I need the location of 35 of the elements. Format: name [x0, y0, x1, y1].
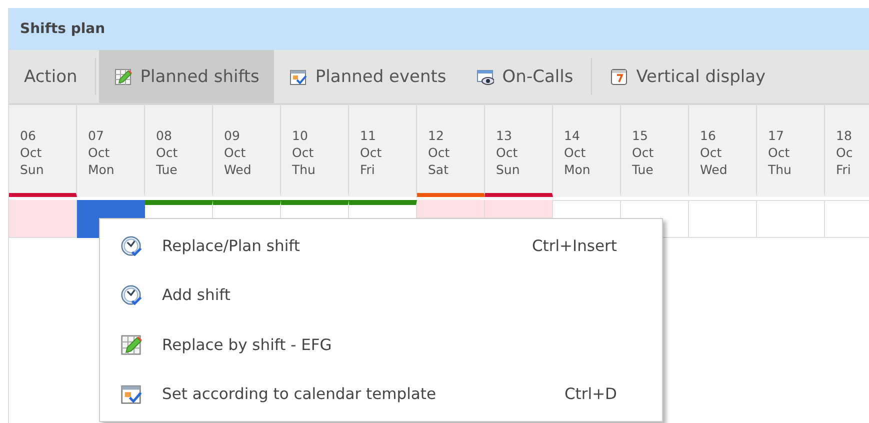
toolbar-tab[interactable]: Planned shifts [99, 50, 274, 103]
toolbar-tab[interactable]: Vertical display [595, 50, 781, 103]
day-cell [689, 200, 757, 238]
menu-item[interactable]: Set according to calendar template Ctrl+D [100, 370, 662, 419]
clock-check-icon [120, 284, 142, 306]
day-header: 12 Oct Sat [417, 105, 485, 197]
day-header: 09 Oct Wed [213, 105, 281, 197]
window-eye-icon [476, 68, 494, 86]
day-header: 15 Oct Tue [621, 105, 689, 197]
calendar-page-icon [610, 68, 628, 86]
menu-item[interactable]: Add shift [100, 270, 662, 320]
day-header: 07 Oct Mon [77, 105, 145, 197]
shortcut-label: Ctrl+Insert [532, 236, 617, 255]
toolbar-tab[interactable]: Planned events [274, 50, 462, 103]
menu-item[interactable]: Replace/Plan shift Ctrl+Insert [100, 221, 662, 270]
toolbar-tab[interactable]: On-Calls [461, 50, 588, 103]
day-header: 14 Oct Mon [553, 105, 621, 197]
grid-pencil-icon [114, 68, 132, 86]
day-header: 10 Oct Thu [281, 105, 349, 197]
day-cell [757, 200, 825, 238]
day-header: 11 Oct Fri [349, 105, 417, 197]
day-header: 17 Oct Thu [757, 105, 825, 197]
day-header: 06 Oct Sun [9, 105, 77, 197]
shortcut-label: Ctrl+D [564, 385, 617, 404]
day-header: 13 Oct Sun [485, 105, 553, 197]
action-menu[interactable]: Action [9, 50, 92, 103]
menu-item[interactable]: Replace by shift - EFG [100, 320, 662, 370]
day-header: 18 Oc Fri [825, 105, 869, 197]
calendar-check-icon [120, 383, 142, 406]
clock-check-icon [120, 234, 142, 257]
window-title: Shifts plan [20, 21, 106, 37]
day-header: 08 Oct Tue [145, 105, 213, 197]
grid-pencil-icon [120, 334, 142, 356]
day-header: 16 Oct Wed [689, 105, 757, 197]
calendar-check-icon [289, 68, 308, 86]
